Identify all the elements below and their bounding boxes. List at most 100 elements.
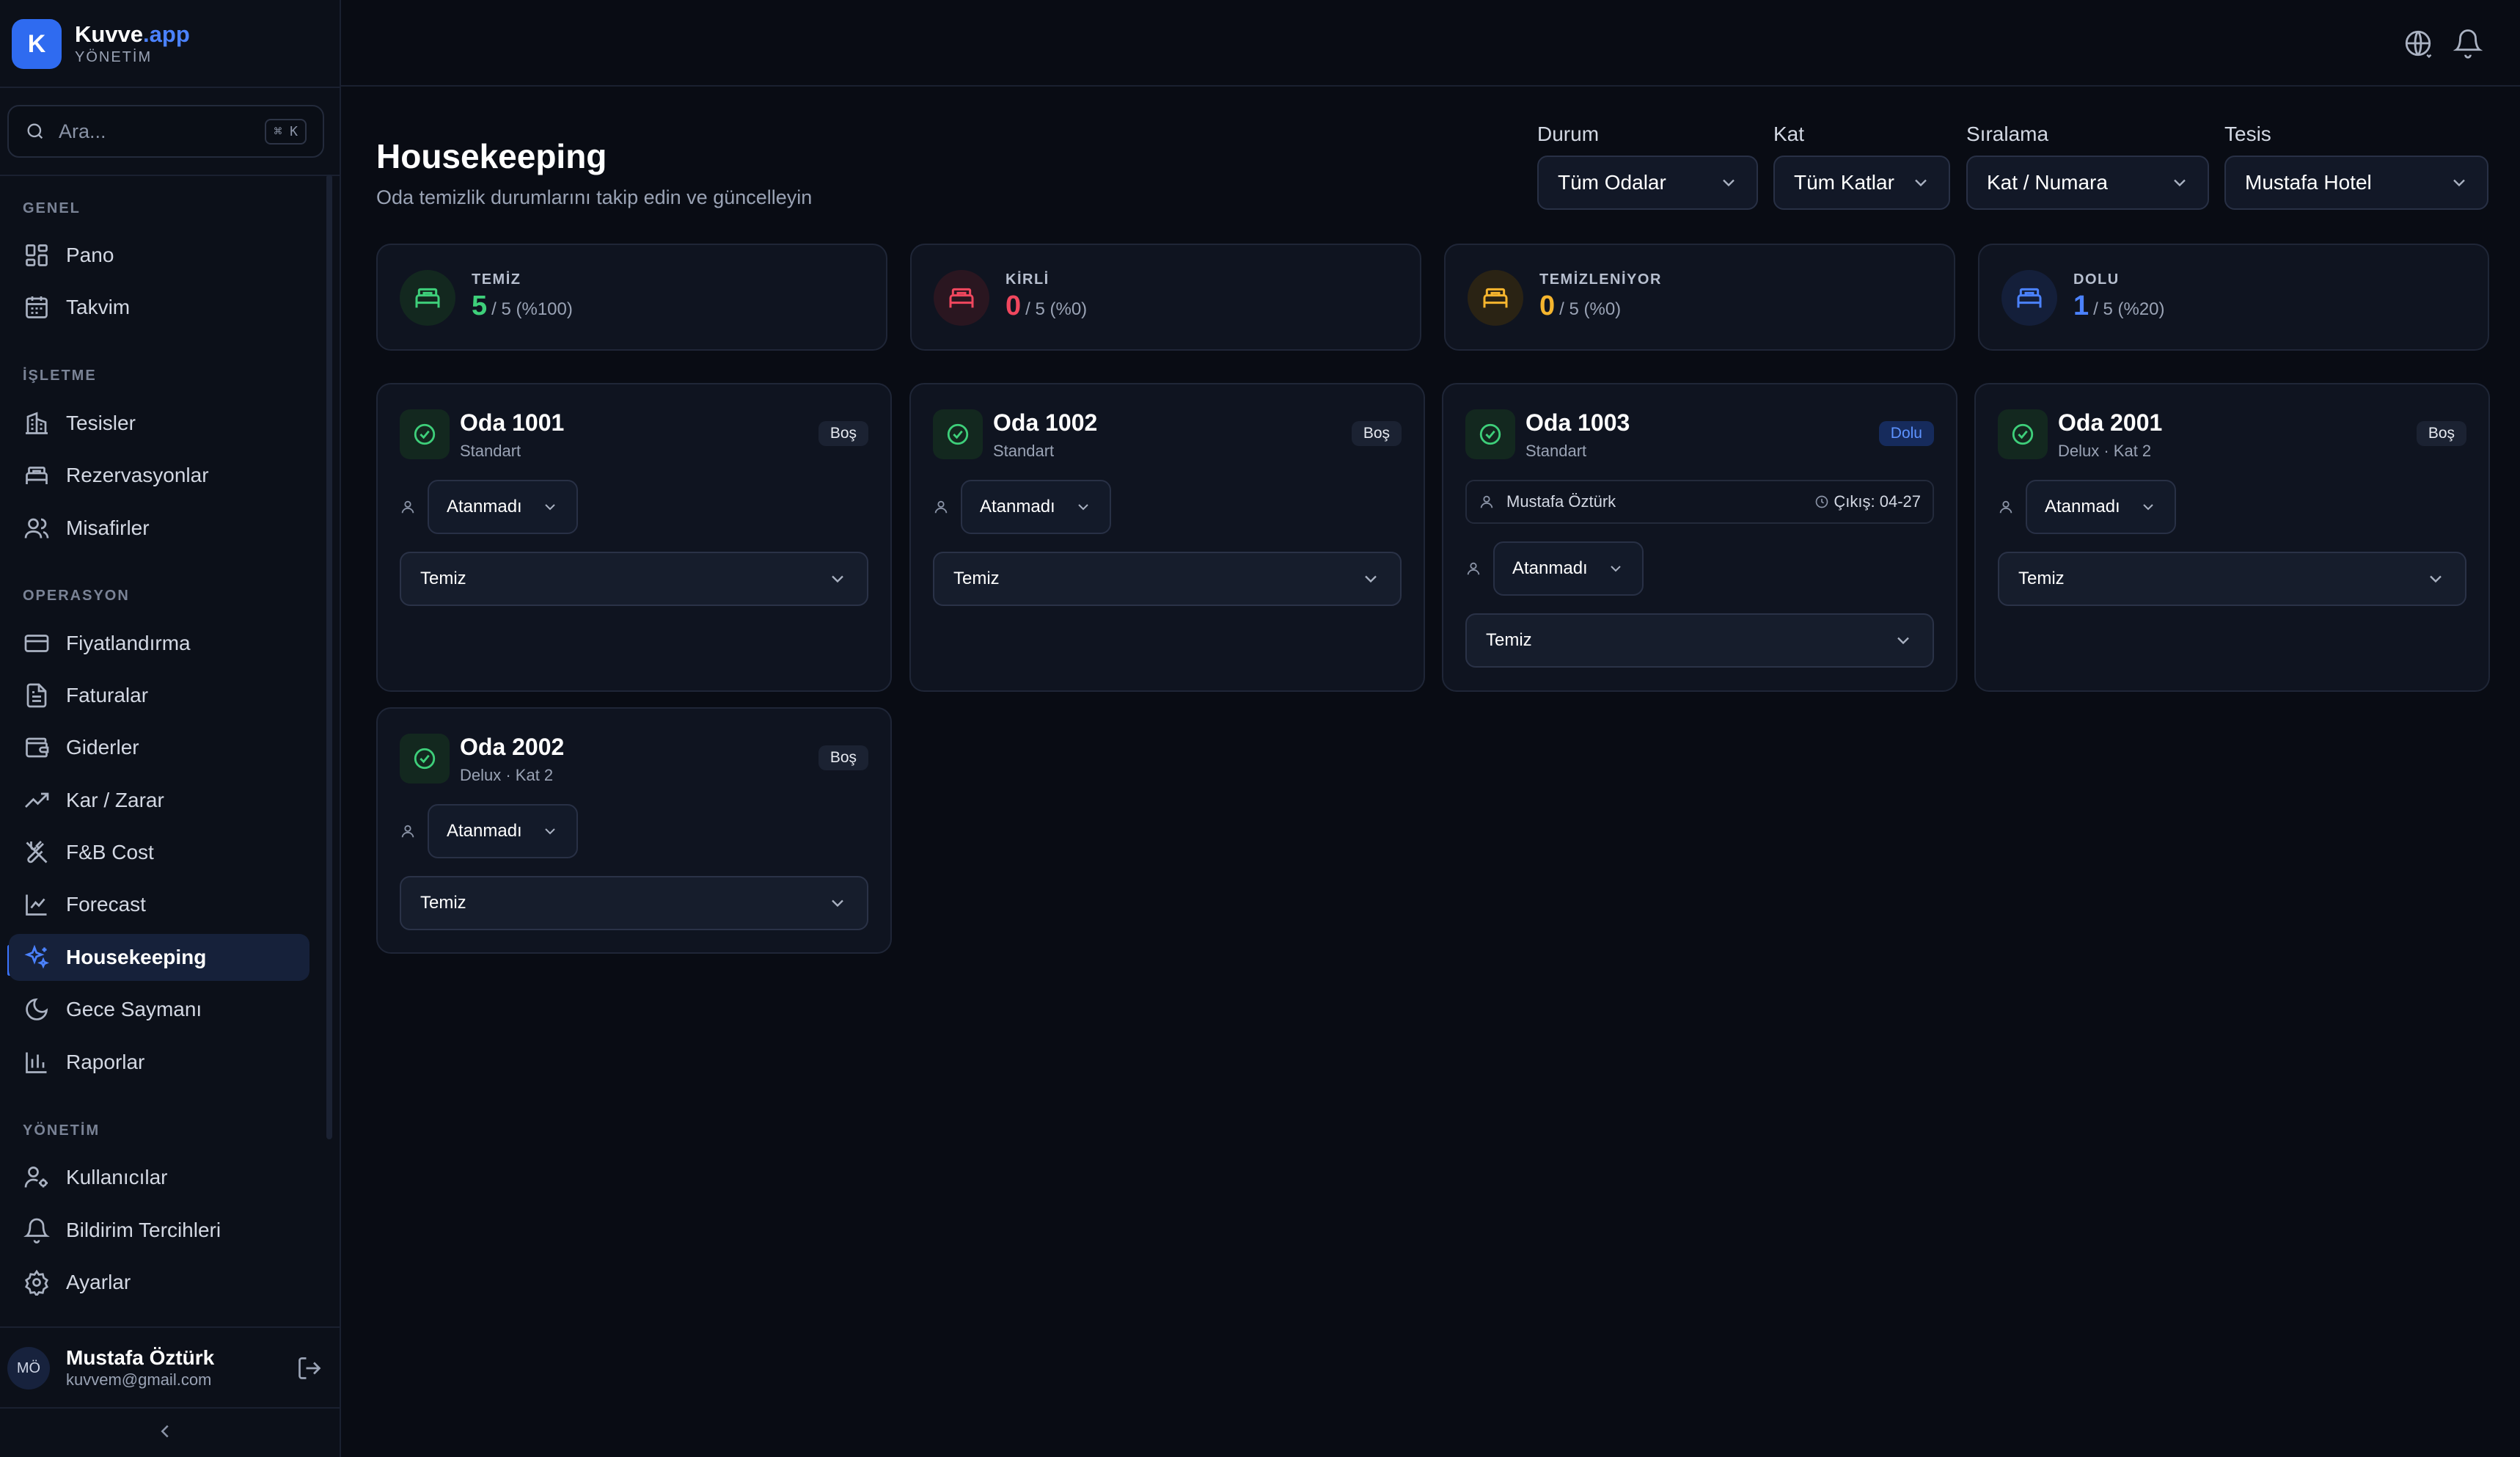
sidebar-item-label: Giderler <box>66 736 139 759</box>
check-circle-icon <box>947 423 969 445</box>
sidebar: K Kuvve.app YÖNETİM Ara... ⌘ K GENEL Pan… <box>0 0 341 1457</box>
sidebar-item-pano[interactable]: Pano <box>9 232 309 279</box>
status-badge: Boş <box>818 421 868 446</box>
avatar: MÖ <box>7 1347 50 1390</box>
sidebar-item-housekeeping[interactable]: Housekeeping <box>9 934 309 981</box>
check-circle-icon <box>414 748 436 770</box>
room-card: Oda 1001 Standart Boş Atanmadı Temiz <box>376 383 892 692</box>
sidebar-item-label: Raporlar <box>66 1051 145 1073</box>
filter-sort-select[interactable]: Kat / Numara <box>1966 156 2209 210</box>
room-status-icon <box>933 409 983 459</box>
sidebar-item-rezervasyonlar[interactable]: Rezervasyonlar <box>9 452 309 499</box>
assignee-row: Atanmadı <box>933 480 1111 534</box>
sidebar-scrollbar[interactable] <box>326 175 332 1139</box>
page-subtitle: Oda temizlik durumlarını takip edin ve g… <box>376 186 813 208</box>
bed-icon <box>415 288 440 308</box>
page-title: Housekeeping <box>376 137 607 175</box>
sidebar-item-fiyatlandirma[interactable]: Fiyatlandırma <box>9 620 309 667</box>
search-icon <box>27 123 43 139</box>
sidebar-item-gece-saymani[interactable]: Gece Saymanı <box>9 986 309 1033</box>
room-type: Standart <box>460 442 521 460</box>
search-input[interactable]: Ara... ⌘ K <box>7 105 324 158</box>
sidebar-item-faturalar[interactable]: Faturalar <box>9 672 309 719</box>
sidebar-item-bildirim-tercihleri[interactable]: Bildirim Tercihleri <box>9 1207 309 1254</box>
sidebar-item-kullanicilar[interactable]: Kullanıcılar <box>9 1154 309 1201</box>
bed-icon <box>2017 288 2042 308</box>
cleaning-status-select[interactable]: Temiz <box>1465 613 1934 668</box>
cleaning-status-select[interactable]: Temiz <box>400 552 868 606</box>
stat-value: 0/ 5 (%0) <box>1539 291 1622 321</box>
bed-icon <box>1483 288 1508 308</box>
status-badge: Boş <box>2416 421 2466 446</box>
user-icon <box>934 500 948 514</box>
assignee-select[interactable]: Atanmadı <box>961 480 1111 534</box>
divider <box>0 1407 340 1409</box>
stat-label: TEMİZLENİYOR <box>1539 271 1662 288</box>
sidebar-item-label: Takvim <box>66 296 131 318</box>
divider <box>0 175 340 176</box>
nav-section-genel: GENEL <box>23 200 81 216</box>
users-icon <box>24 518 49 538</box>
check-circle-icon <box>1479 423 1501 445</box>
divider <box>0 1326 340 1328</box>
stat-icon-wrap <box>1468 270 1523 326</box>
cleaning-status-select[interactable]: Temiz <box>400 876 868 930</box>
chevron-down-icon <box>1365 575 1377 583</box>
filter-status-select[interactable]: Tüm Odalar <box>1537 156 1758 210</box>
room-name: Oda 2002 <box>460 734 565 760</box>
room-name: Oda 1002 <box>993 409 1098 436</box>
filter-floor-select[interactable]: Tüm Katlar <box>1773 156 1950 210</box>
sidebar-item-raporlar[interactable]: Raporlar <box>9 1039 309 1086</box>
filter-sort-label: Sıralama <box>1966 123 2049 145</box>
file-text-icon <box>26 683 47 708</box>
bed-icon <box>26 467 48 484</box>
cleaning-status-select[interactable]: Temiz <box>1998 552 2466 606</box>
stat-icon-wrap <box>2001 270 2057 326</box>
user-cog-icon <box>24 1166 48 1188</box>
sidebar-item-misafirler[interactable]: Misafirler <box>9 505 309 552</box>
checkout-date: Çıkış: 04-27 <box>1834 492 1921 511</box>
sidebar-item-forecast[interactable]: Forecast <box>9 881 309 928</box>
brand[interactable]: K Kuvve.app YÖNETİM <box>12 18 190 70</box>
logout-icon[interactable] <box>296 1355 323 1381</box>
sidebar-item-label: Forecast <box>66 893 146 916</box>
chevron-down-icon <box>832 899 843 908</box>
user-profile[interactable]: MÖ Mustafa Öztürk kuvvem@gmail.com <box>7 1343 330 1394</box>
sidebar-item-kar-zarar[interactable]: Kar / Zarar <box>9 777 309 824</box>
clock-icon <box>1816 495 1828 508</box>
sidebar-item-tesisler[interactable]: Tesisler <box>9 400 309 447</box>
collapse-sidebar-icon[interactable] <box>154 1420 176 1442</box>
filter-status-label: Durum <box>1537 123 1600 145</box>
settings-icon <box>25 1269 48 1296</box>
nav-section-yonetim: YÖNETİM <box>23 1122 100 1139</box>
sidebar-item-ayarlar[interactable]: Ayarlar <box>9 1259 309 1306</box>
sidebar-item-fb-cost[interactable]: F&B Cost <box>9 829 309 876</box>
sidebar-item-takvim[interactable]: Takvim <box>9 284 309 331</box>
check-circle-icon <box>2012 423 2034 445</box>
assignee-row: Atanmadı <box>400 804 578 858</box>
chevron-down-icon <box>2430 575 2442 583</box>
assignee-select[interactable]: Atanmadı <box>2026 480 2176 534</box>
cleaning-status-select[interactable]: Temiz <box>933 552 1402 606</box>
cleaning-status-value: Temiz <box>1486 630 1532 650</box>
chevron-down-icon <box>545 828 555 835</box>
stat-value: 5/ 5 (%100) <box>472 291 573 321</box>
assignee-select[interactable]: Atanmadı <box>428 804 578 858</box>
nav-section-operasyon: OPERASYON <box>23 588 130 604</box>
chevron-down-icon <box>545 504 555 511</box>
cleaning-status-value: Temiz <box>2018 569 2065 588</box>
assignee-select[interactable]: Atanmadı <box>1493 541 1644 596</box>
filter-value: Tüm Odalar <box>1558 171 1666 194</box>
stat-icon-wrap <box>400 270 455 326</box>
building-icon <box>26 412 48 434</box>
user-icon <box>1999 500 2012 514</box>
sidebar-item-giderler[interactable]: Giderler <box>9 724 309 771</box>
assignee-select[interactable]: Atanmadı <box>428 480 578 534</box>
filter-property-select[interactable]: Mustafa Hotel <box>2224 156 2488 210</box>
room-type: Delux · Kat 2 <box>2058 442 2152 460</box>
globe-icon[interactable] <box>2403 28 2433 59</box>
stat-value: 0/ 5 (%0) <box>1006 291 1088 321</box>
bell-icon[interactable] <box>2453 28 2483 59</box>
sidebar-item-label: Faturalar <box>66 684 149 706</box>
assignee-value: Atanmadı <box>1512 558 1588 578</box>
